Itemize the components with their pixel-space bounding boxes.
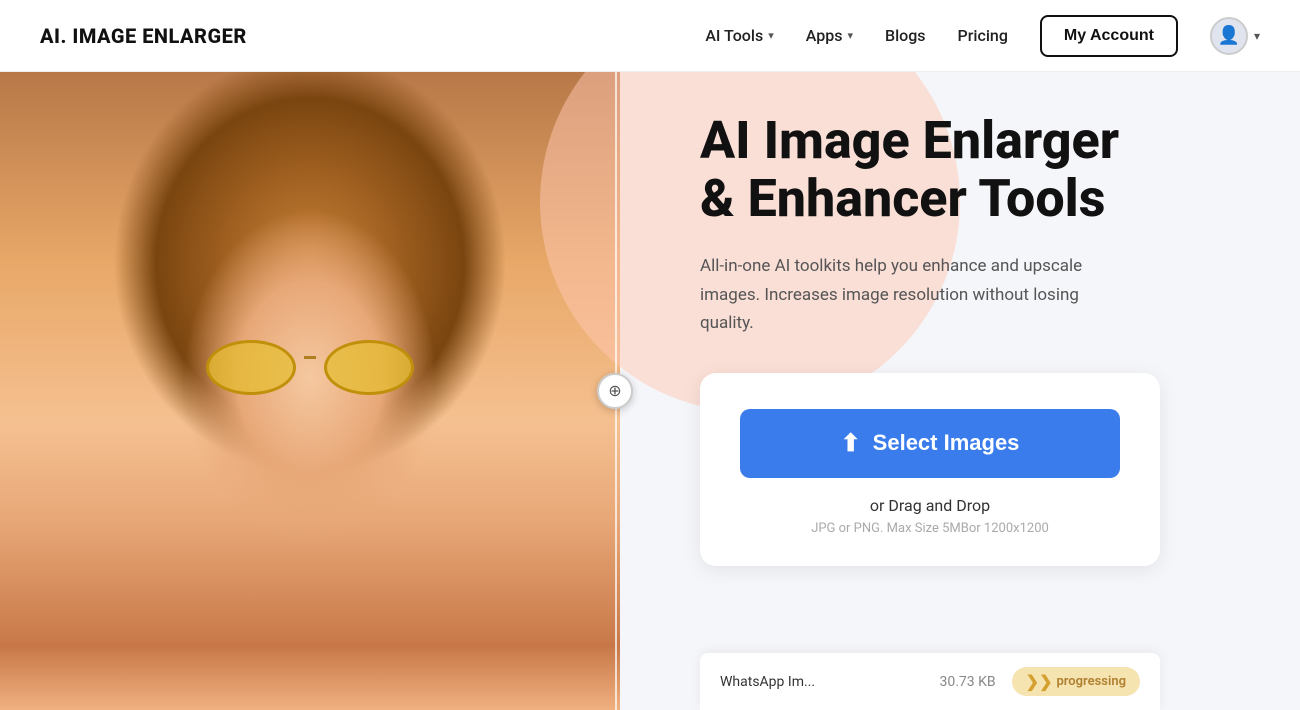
progress-chevron-icon: ❯❯ (1026, 672, 1053, 691)
file-hint-text: JPG or PNG. Max Size 5MBor 1200x1200 (740, 521, 1120, 536)
image-slider-handle[interactable]: ⊕ (597, 373, 633, 409)
progress-status-badge: ❯❯ progressing (1012, 667, 1140, 696)
nav-item-pricing[interactable]: Pricing (958, 26, 1008, 45)
progress-section: WhatsApp Im... 30.73 KB ❯❯ progressing (620, 653, 1300, 710)
glass-bridge (304, 356, 316, 359)
select-images-button[interactable]: ⬆ Select Images (740, 409, 1120, 478)
avatar-chevron-icon: ▾ (1254, 29, 1260, 43)
progress-status-label: progressing (1056, 674, 1126, 689)
nav-item-ai-tools[interactable]: AI Tools ▾ (705, 26, 773, 45)
nav-item-blogs[interactable]: Blogs (885, 26, 926, 45)
glass-left (206, 340, 296, 395)
upload-card: ⬆ Select Images or Drag and Drop JPG or … (700, 373, 1160, 566)
avatar-icon: 👤 (1218, 25, 1240, 46)
nav-label-apps: Apps (806, 26, 843, 45)
hero-title: AI Image Enlarger & Enhancer Tools (700, 112, 1140, 228)
hero-image (0, 72, 620, 710)
main-content: ⊕ AI Image Enlarger & Enhancer Tools All… (0, 72, 1300, 710)
my-account-button[interactable]: My Account (1040, 15, 1178, 57)
avatar[interactable]: 👤 (1210, 17, 1248, 55)
chevron-down-icon-apps: ▾ (847, 29, 853, 42)
hero-subtitle: All-in-one AI toolkits help you enhance … (700, 252, 1100, 336)
content-inner: AI Image Enlarger & Enhancer Tools All-i… (700, 112, 1240, 566)
upload-icon: ⬆ (841, 429, 861, 458)
glasses-overlay (206, 340, 414, 395)
select-images-label: Select Images (873, 430, 1020, 456)
nav-label-pricing: Pricing (958, 26, 1008, 45)
nav-right: AI Tools ▾ Apps ▾ Blogs Pricing My Accou… (705, 15, 1260, 57)
avatar-container[interactable]: 👤 ▾ (1210, 17, 1260, 55)
progress-filename: WhatsApp Im... (720, 674, 924, 690)
progress-filesize: 30.73 KB (940, 674, 996, 690)
glass-right (324, 340, 414, 395)
logo: AI. IMAGE ENLARGER (40, 24, 247, 48)
nav-label-blogs: Blogs (885, 26, 926, 45)
navbar: AI. IMAGE ENLARGER AI Tools ▾ Apps ▾ Blo… (0, 0, 1300, 72)
nav-item-apps[interactable]: Apps ▾ (806, 26, 853, 45)
slider-icon: ⊕ (608, 383, 621, 399)
content-section: AI Image Enlarger & Enhancer Tools All-i… (620, 72, 1300, 710)
nav-label-ai-tools: AI Tools (705, 26, 763, 45)
drag-drop-text: or Drag and Drop (740, 496, 1120, 515)
hero-image-section: ⊕ (0, 72, 620, 710)
progress-item: WhatsApp Im... 30.73 KB ❯❯ progressing (700, 653, 1160, 710)
chevron-down-icon: ▾ (768, 29, 774, 42)
